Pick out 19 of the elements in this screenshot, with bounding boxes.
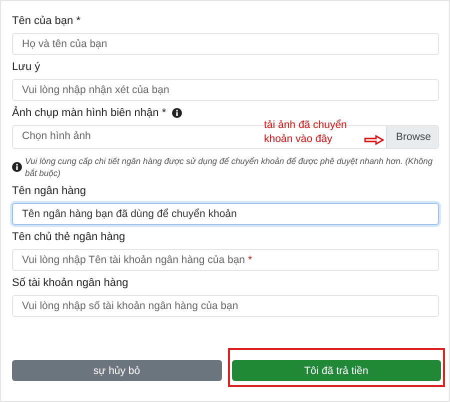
browse-button[interactable]: Browse (386, 126, 438, 148)
info-icon (12, 162, 22, 172)
info-icon (172, 108, 182, 118)
field-label: Tên của bạn * (12, 15, 82, 27)
input-field[interactable]: Họ và tên của bạn (12, 33, 439, 55)
cancel-button[interactable]: sự hủy bỏ (12, 360, 222, 381)
input-field[interactable]: Tên ngân hàng bạn đã dùng để chuyển khoản (12, 203, 439, 225)
input-field[interactable]: Vui lòng nhập số tài khoản ngân hàng của bạn (12, 295, 439, 317)
field-label: Tên ngân hàng (12, 185, 88, 197)
required-mark: * (248, 254, 252, 266)
field-label: Số tài khoản ngân hàng (12, 277, 130, 289)
input-field[interactable]: Vui lòng nhập nhận xét của bạn (12, 79, 439, 101)
annotation-text: tải ảnh đã chuyển khoản vào đây (264, 118, 348, 146)
field-label: Tên chủ thẻ ngân hàng (12, 231, 126, 243)
field-label: Ảnh chụp màn hình biên nhận * (12, 107, 166, 119)
help-text: Vui lòng cung cấp chi tiết ngân hàng được sử dụng để chuyển khoản để được phê duyệt nhanh hơn. (Không bắt buộc) (25, 155, 434, 179)
arrow-icon (364, 135, 384, 145)
paid-button[interactable]: Tôi đã trả tiền (232, 360, 441, 381)
field-label: Lưu ý (12, 61, 42, 73)
